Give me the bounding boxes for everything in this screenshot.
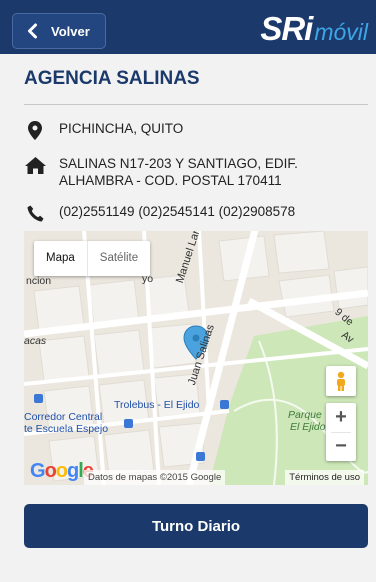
street-view-button[interactable] [326, 366, 356, 396]
logo-sri-text: SRi [260, 10, 313, 47]
pegman-icon [337, 371, 345, 391]
location-text: PICHINCHA, QUITO [59, 121, 184, 136]
zoom-in-button[interactable]: + [326, 403, 356, 432]
phone-text[interactable]: (02)2551149 (02)2545141 (02)2908578 [59, 203, 295, 220]
zoom-control: + − [326, 403, 356, 461]
zoom-out-button[interactable]: − [326, 432, 356, 461]
map-label-acas: acas [24, 335, 47, 347]
map-label-ncion: ncion [26, 275, 52, 287]
map-attribution: Datos de mapas ©2015 Google [84, 470, 226, 485]
map-label-corredor-2: te Escuela Espejo [24, 423, 109, 435]
turno-diario-button[interactable]: Turno Diario [24, 504, 368, 548]
sri-movil-logo: SRi móvil [260, 12, 368, 46]
map-marker-icon [24, 120, 46, 140]
back-label: Volver [51, 23, 90, 39]
chevron-left-icon [28, 23, 37, 39]
phone-row: (02)2551149 (02)2545141 (02)2908578 [24, 203, 295, 223]
map-label-corredor-1: Corredor Central [24, 411, 103, 423]
logo-movil-text: móvil [314, 19, 368, 45]
map-type-map-button[interactable]: Mapa [34, 241, 87, 276]
map-label-parque-2: El Ejido [290, 421, 326, 433]
back-button[interactable]: Volver [12, 13, 106, 49]
map-type-control: Mapa Satélite [34, 241, 151, 276]
app-header: Volver SRi móvil [0, 0, 376, 54]
zoom-separator [331, 432, 351, 433]
title-divider [24, 104, 368, 105]
location-row: PICHINCHA, QUITO [24, 120, 183, 140]
address-line-1: SALINAS N17-203 Y SANTIAGO, EDIF. [59, 156, 298, 171]
map-label-parque-1: Parque [288, 409, 322, 421]
map-view[interactable]: Manuel Larrea Juan Salinas ncion yo acas… [24, 231, 368, 485]
home-icon [24, 155, 46, 175]
page-title: AGENCIA SALINAS [24, 68, 200, 89]
phone-icon [24, 203, 46, 223]
map-terms-link[interactable]: Términos de uso [285, 470, 364, 485]
map-label-trolebus: Trolebus - El Ejido [114, 399, 200, 411]
address-row: SALINAS N17-203 Y SANTIAGO, EDIF. ALHAMB… [24, 155, 298, 189]
address-text: SALINAS N17-203 Y SANTIAGO, EDIF. ALHAMB… [59, 155, 298, 189]
map-type-satellite-button[interactable]: Satélite [86, 241, 150, 276]
address-line-2: ALHAMBRA - COD. POSTAL 170411 [59, 173, 282, 188]
